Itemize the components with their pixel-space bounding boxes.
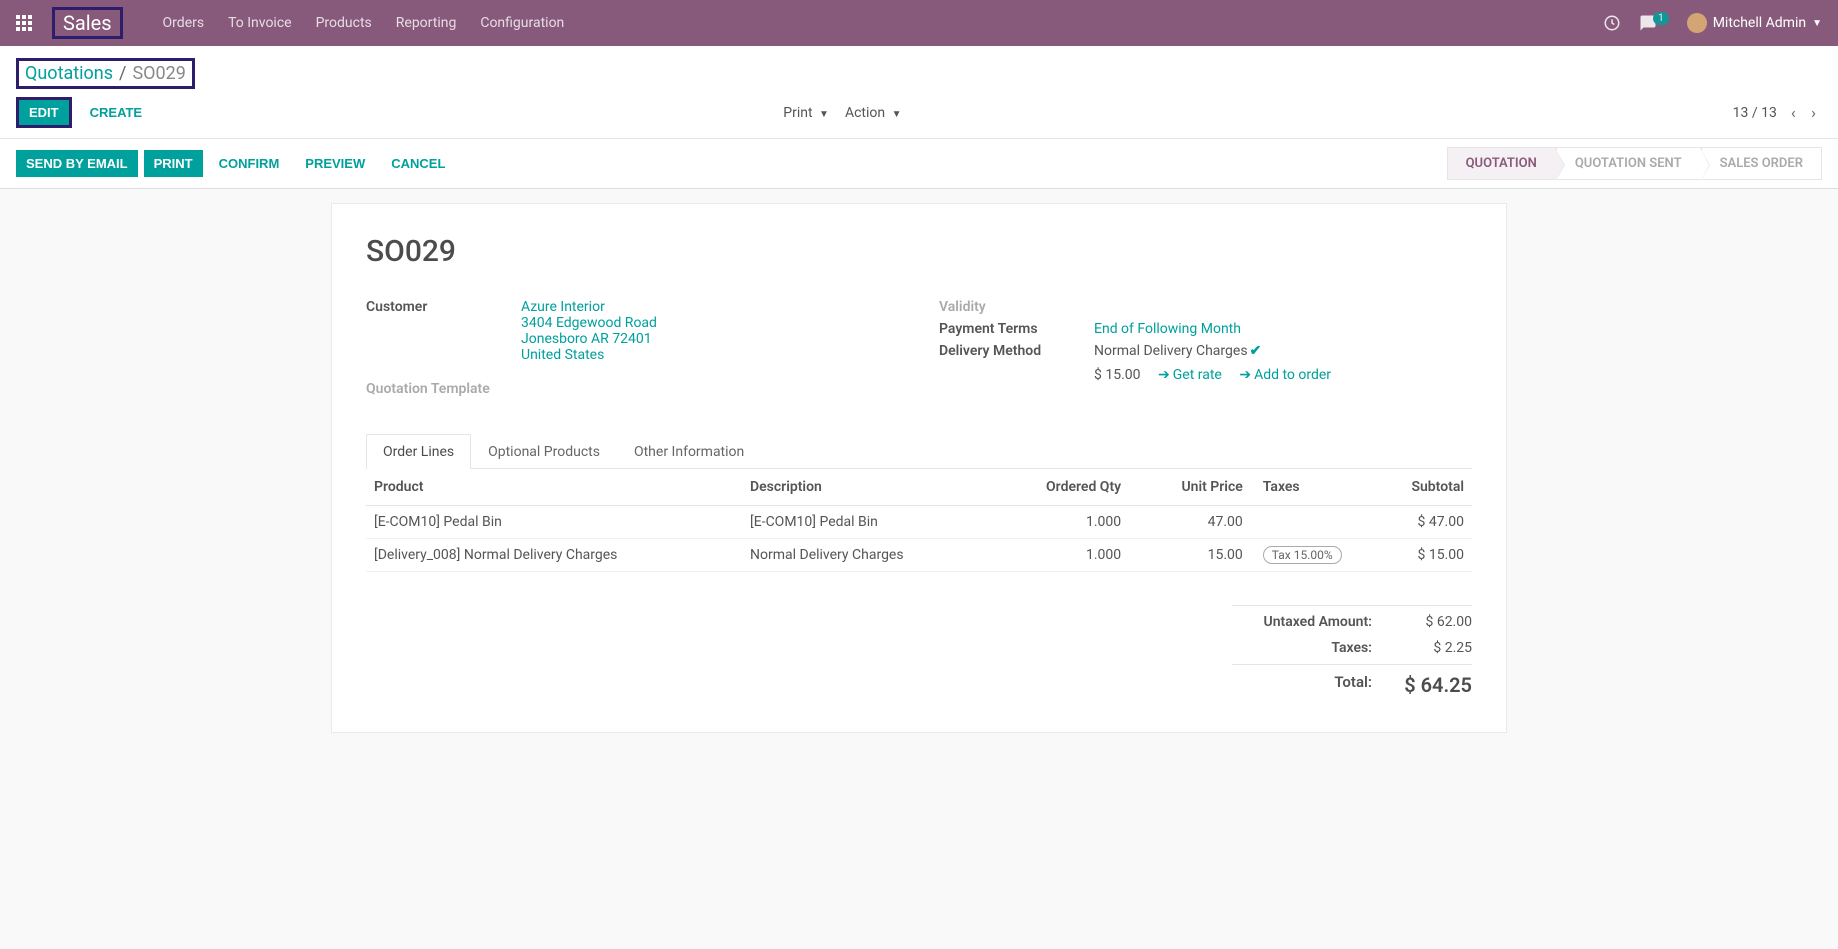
taxes-label: Taxes: bbox=[1232, 640, 1392, 656]
tax-badge: Tax 15.00% bbox=[1263, 546, 1342, 564]
breadcrumb-current: SO029 bbox=[132, 63, 185, 84]
edit-button-highlight: EDIT bbox=[16, 97, 72, 128]
arrow-right-icon: ➔ bbox=[1239, 367, 1251, 383]
label-payment-terms: Payment Terms bbox=[939, 321, 1094, 337]
col-description: Description bbox=[742, 469, 1007, 506]
send-email-button[interactable]: SEND BY EMAIL bbox=[16, 150, 138, 177]
chat-count-badge: 1 bbox=[1653, 12, 1669, 25]
app-title[interactable]: Sales bbox=[52, 7, 123, 39]
customer-country: United States bbox=[521, 347, 604, 363]
customer-link[interactable]: Azure Interior bbox=[521, 299, 605, 315]
pager: 13 / 13 ‹ › bbox=[1733, 103, 1822, 122]
create-button[interactable]: CREATE bbox=[80, 100, 152, 125]
action-dropdown[interactable]: Action ▼ bbox=[845, 105, 902, 121]
apps-icon[interactable] bbox=[16, 15, 32, 31]
table-row[interactable]: [Delivery_008] Normal Delivery Charges N… bbox=[366, 539, 1472, 572]
col-unit-price: Unit Price bbox=[1129, 469, 1251, 506]
form-sheet: SO029 Customer Azure Interior 3404 Edgew… bbox=[331, 203, 1507, 733]
chat-icon[interactable]: 1 bbox=[1639, 14, 1669, 32]
status-stages: QUOTATION QUOTATION SENT SALES ORDER bbox=[1447, 147, 1822, 180]
taxes-value: $ 2.25 bbox=[1392, 640, 1472, 656]
cell-description: [E-COM10] Pedal Bin bbox=[742, 506, 1007, 539]
check-icon: ✔ bbox=[1250, 343, 1262, 359]
avatar bbox=[1687, 13, 1707, 33]
breadcrumb: Quotations / SO029 bbox=[16, 58, 195, 89]
menu-products[interactable]: Products bbox=[316, 15, 372, 31]
confirm-button[interactable]: CONFIRM bbox=[209, 150, 290, 177]
tab-other-information[interactable]: Other Information bbox=[617, 434, 761, 469]
delivery-method-value: Normal Delivery Charges bbox=[1094, 343, 1248, 359]
label-customer: Customer bbox=[366, 299, 521, 315]
caret-down-icon: ▼ bbox=[892, 109, 902, 120]
cell-price: 47.00 bbox=[1129, 506, 1251, 539]
caret-down-icon: ▼ bbox=[819, 109, 829, 120]
col-subtotal: Subtotal bbox=[1361, 469, 1472, 506]
cell-taxes bbox=[1251, 506, 1362, 539]
menu-to-invoice[interactable]: To Invoice bbox=[228, 15, 292, 31]
main-menu: Orders To Invoice Products Reporting Con… bbox=[163, 15, 1604, 31]
delivery-cost: $ 15.00 bbox=[1094, 367, 1141, 383]
col-qty: Ordered Qty bbox=[1007, 469, 1129, 506]
cell-product: [Delivery_008] Normal Delivery Charges bbox=[366, 539, 742, 572]
menu-configuration[interactable]: Configuration bbox=[480, 15, 564, 31]
cell-description: Normal Delivery Charges bbox=[742, 539, 1007, 572]
print-button[interactable]: PRINT bbox=[144, 150, 203, 177]
add-to-order-link[interactable]: Add to order bbox=[1254, 367, 1331, 383]
cell-price: 15.00 bbox=[1129, 539, 1251, 572]
breadcrumb-root[interactable]: Quotations bbox=[25, 63, 113, 84]
cell-qty: 1.000 bbox=[1007, 539, 1129, 572]
user-menu[interactable]: Mitchell Admin ▼ bbox=[1687, 13, 1822, 33]
col-taxes: Taxes bbox=[1251, 469, 1362, 506]
label-quotation-template: Quotation Template bbox=[366, 381, 521, 397]
preview-button[interactable]: PREVIEW bbox=[295, 150, 375, 177]
menu-reporting[interactable]: Reporting bbox=[396, 15, 457, 31]
customer-city: Jonesboro AR 72401 bbox=[521, 331, 652, 347]
totals: Untaxed Amount: $ 62.00 Taxes: $ 2.25 To… bbox=[366, 602, 1472, 702]
print-dropdown[interactable]: Print ▼ bbox=[783, 105, 829, 121]
stage-quotation[interactable]: QUOTATION bbox=[1447, 147, 1556, 180]
cell-subtotal: $ 47.00 bbox=[1361, 506, 1472, 539]
tab-optional-products[interactable]: Optional Products bbox=[471, 434, 617, 469]
navbar-right: 1 Mitchell Admin ▼ bbox=[1603, 13, 1822, 33]
top-navbar: Sales Orders To Invoice Products Reporti… bbox=[0, 0, 1838, 46]
user-name: Mitchell Admin bbox=[1713, 15, 1806, 31]
caret-down-icon: ▼ bbox=[1812, 18, 1822, 29]
customer-street: 3404 Edgewood Road bbox=[521, 315, 657, 331]
pager-text: 13 / 13 bbox=[1733, 105, 1777, 121]
tabs: Order Lines Optional Products Other Info… bbox=[366, 433, 1472, 469]
total-label: Total: bbox=[1232, 673, 1392, 697]
table-row[interactable]: [E-COM10] Pedal Bin [E-COM10] Pedal Bin … bbox=[366, 506, 1472, 539]
cell-taxes: Tax 15.00% bbox=[1251, 539, 1362, 572]
stage-sales-order[interactable]: SALES ORDER bbox=[1701, 147, 1822, 180]
untaxed-label: Untaxed Amount: bbox=[1232, 614, 1392, 630]
breadcrumb-separator: / bbox=[119, 63, 126, 84]
label-delivery-method: Delivery Method bbox=[939, 343, 1094, 359]
cell-product: [E-COM10] Pedal Bin bbox=[366, 506, 742, 539]
record-title: SO029 bbox=[366, 234, 1472, 269]
cell-subtotal: $ 15.00 bbox=[1361, 539, 1472, 572]
status-bar: SEND BY EMAIL PRINT CONFIRM PREVIEW CANC… bbox=[0, 139, 1838, 189]
untaxed-value: $ 62.00 bbox=[1392, 614, 1472, 630]
col-product: Product bbox=[366, 469, 742, 506]
order-lines-table: Product Description Ordered Qty Unit Pri… bbox=[366, 469, 1472, 572]
pager-prev-icon[interactable]: ‹ bbox=[1785, 99, 1802, 126]
cell-qty: 1.000 bbox=[1007, 506, 1129, 539]
menu-orders[interactable]: Orders bbox=[163, 15, 205, 31]
cancel-button[interactable]: CANCEL bbox=[381, 150, 455, 177]
control-bar: Quotations / SO029 EDIT CREATE Print ▼ A… bbox=[0, 46, 1838, 139]
activity-icon[interactable] bbox=[1603, 14, 1621, 32]
label-validity: Validity bbox=[939, 299, 1094, 315]
get-rate-link[interactable]: Get rate bbox=[1173, 367, 1222, 383]
arrow-right-icon: ➔ bbox=[1158, 367, 1170, 383]
pager-next-icon[interactable]: › bbox=[1805, 99, 1822, 126]
payment-terms-link[interactable]: End of Following Month bbox=[1094, 321, 1241, 337]
stage-quotation-sent[interactable]: QUOTATION SENT bbox=[1556, 147, 1701, 180]
edit-button[interactable]: EDIT bbox=[19, 100, 69, 125]
tab-order-lines[interactable]: Order Lines bbox=[366, 434, 471, 469]
total-value: $ 64.25 bbox=[1392, 673, 1472, 697]
